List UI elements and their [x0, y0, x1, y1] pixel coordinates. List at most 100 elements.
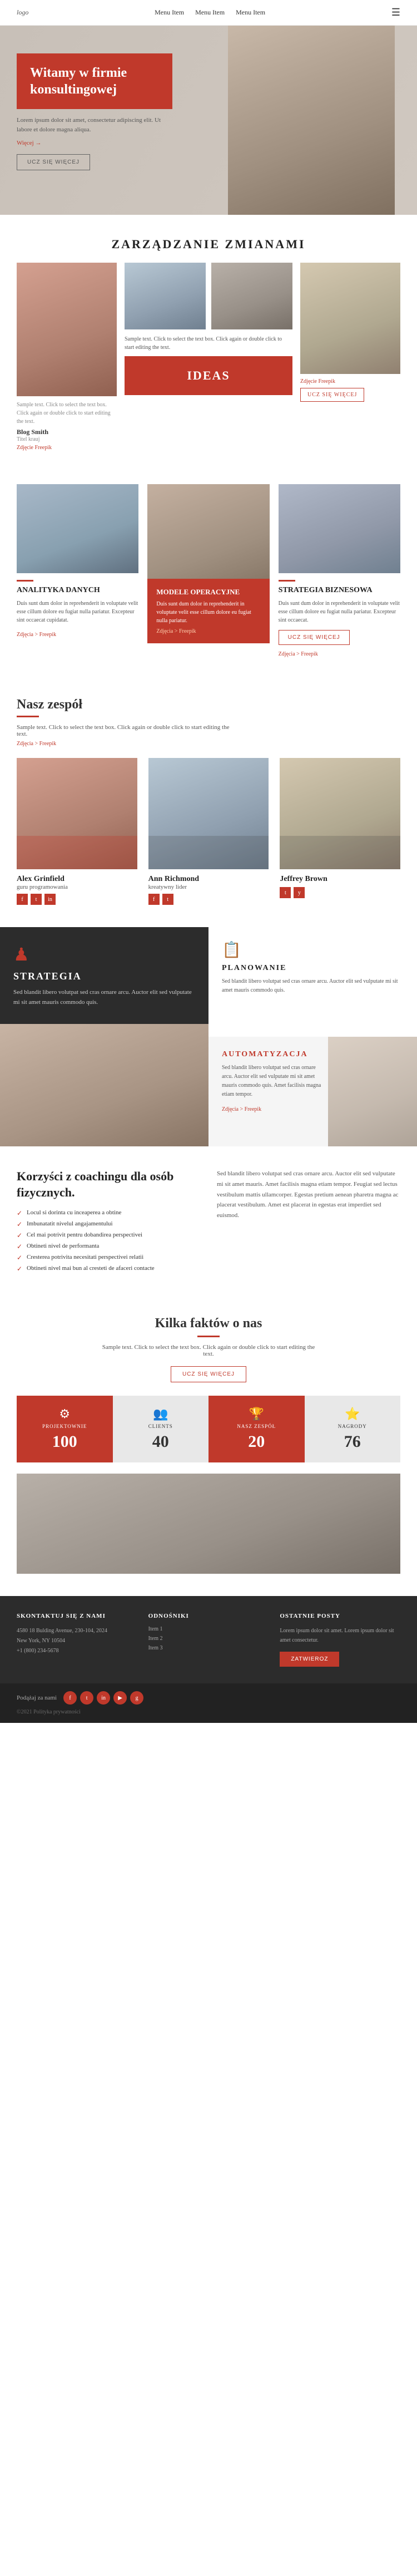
- member-1-social-f[interactable]: f: [17, 894, 28, 905]
- strategy-chess-icon: ♟: [13, 944, 195, 965]
- benefits-title: Korzyści z coachingu dla osób fizycznych…: [17, 1169, 200, 1200]
- automation-link[interactable]: Zdjęcia > Freepik: [222, 1106, 261, 1112]
- nav-item-1[interactable]: Menu Item: [155, 8, 184, 17]
- benefit-6: Obtineti nivel mai bun al cresteti de af…: [17, 1265, 200, 1272]
- planning-title: PLANOWANIE: [222, 964, 404, 973]
- strategy-text: Sed blandit libero volutpat sed cras orn…: [13, 988, 195, 1007]
- team-divider: [17, 716, 39, 717]
- models-section: ANALITYKA DANYCH Duis sunt dum dolor in …: [0, 467, 417, 675]
- footer-col-3-text: Lorem ipsum dolor sit amet. Lorem ipsum …: [280, 1626, 400, 1645]
- models-link[interactable]: Zdjęcia > Freepik: [156, 628, 260, 634]
- footer-link-2[interactable]: Item 2: [148, 1636, 269, 1642]
- team-member-2: Ann Richmond kreatywny lider f t: [148, 758, 269, 905]
- social-icon-in[interactable]: in: [97, 1691, 110, 1705]
- benefits-list: Locul si dorinta cu inceaperea a obtine …: [17, 1209, 200, 1272]
- facts-learn-more-btn[interactable]: UCZ SIĘ WIĘCEJ: [171, 1366, 246, 1382]
- stat-1-icon: ⚙: [22, 1407, 107, 1421]
- logo: logo: [17, 8, 28, 17]
- hero-content: Witamy w firmie konsultingowej Lorem ips…: [0, 26, 189, 187]
- automation-text: Sed blandit libero volutpat sed cras orn…: [222, 1063, 322, 1099]
- strategy-left: ♟ STRATEGIA Sed blandit libero volutpat …: [0, 927, 209, 1146]
- stat-2: 👥 CLIENTS 40: [113, 1396, 209, 1462]
- team-title: Nasz zespół: [17, 697, 400, 712]
- facts-title: Kilka faktów o nas: [17, 1316, 400, 1331]
- stats-grid: ⚙ PROJEKTOWNIE 100 👥 CLIENTS 40 🏆 NASZ Z…: [17, 1396, 400, 1462]
- nav-item-2[interactable]: Menu Item: [195, 8, 225, 17]
- member-3-social-y[interactable]: y: [294, 887, 305, 898]
- changes-left-text: Sample text. Click to select the text bo…: [17, 401, 117, 426]
- analytics-bar: [17, 580, 33, 582]
- automation-title: AUTOMATYZACJA: [222, 1050, 404, 1059]
- changes-person-img: [17, 263, 117, 396]
- changes-caption-left[interactable]: Zdjęcie Freepik: [17, 445, 117, 451]
- social-icon-g[interactable]: g: [130, 1691, 143, 1705]
- changes-person-img-r: [300, 263, 400, 374]
- hero-link[interactable]: Więcej →: [17, 140, 172, 146]
- stat-1-number: 100: [22, 1432, 107, 1451]
- changes-img-tl: [125, 263, 206, 329]
- stat-4-label: NAGRODY: [310, 1424, 395, 1429]
- facts-photo: [17, 1474, 400, 1574]
- models-orange-box: MODELE OPERACYJNE Duis sunt dum dolor in…: [147, 579, 269, 643]
- team-intro: Sample text. Click to select the text bo…: [17, 724, 239, 737]
- analytics-text: Duis sunt dum dolor in reprehenderit in …: [17, 599, 138, 624]
- member-3-social-t[interactable]: t: [280, 887, 291, 898]
- benefit-3: Cel mai potrivit pentru dobandirea persp…: [17, 1232, 200, 1238]
- strategy-biz-link[interactable]: Zdjęcia > Freepik: [279, 651, 318, 657]
- social-icon-f[interactable]: f: [63, 1691, 77, 1705]
- changes-title: ZARZĄDZANIE ZMIANAMI: [17, 237, 400, 252]
- changes-learn-more[interactable]: UCZ SIĘ WIĘCEJ: [300, 388, 364, 402]
- hero-subtitle: Lorem ipsum dolor sit amet, consectetur …: [17, 116, 172, 134]
- hamburger-icon[interactable]: ☰: [391, 7, 400, 18]
- nav-menu: Menu Item Menu Item Menu Item: [155, 8, 265, 17]
- changes-top-images: [125, 263, 292, 329]
- stat-4-number: 76: [310, 1432, 395, 1451]
- social-icon-yt[interactable]: ▶: [113, 1691, 127, 1705]
- benefit-2: Imbunatatit nivelul angajamentului: [17, 1220, 200, 1227]
- team-section: Nasz zespół Sample text. Click to select…: [0, 675, 417, 927]
- team-link[interactable]: Zdjęcia > Freepik: [17, 741, 400, 747]
- automation-box: AUTOMATYZACJA Sed blandit libero volutpa…: [209, 1037, 417, 1146]
- member-3-img: [280, 758, 400, 869]
- team-grid: Alex Grinfield guru programowania f t in…: [17, 758, 400, 905]
- footer-col-3: OSTATNIE POSTY Lorem ipsum dolor sit ame…: [280, 1613, 400, 1667]
- stat-3-icon: 🏆: [214, 1407, 299, 1421]
- member-2-name: Ann Richmond: [148, 875, 269, 884]
- social-icon-t[interactable]: t: [80, 1691, 93, 1705]
- strategy-biz-btn[interactable]: UCZ SIĘ WIĘCEJ: [279, 630, 350, 645]
- benefits-section: Korzyści z coachingu dla osób fizycznych…: [0, 1146, 417, 1294]
- member-2-role: kreatywny lider: [148, 884, 269, 890]
- analytics-link[interactable]: Zdjęcia > Freepik: [17, 632, 56, 638]
- ideas-box: IDEAS: [125, 356, 292, 395]
- member-1-img: [17, 758, 137, 869]
- benefits-right-text: Sed blandit libero volutpat sed cras orn…: [217, 1169, 400, 1220]
- stat-2-number: 40: [118, 1432, 203, 1451]
- analytics-img: [17, 484, 138, 573]
- hero-title-box: Witamy w firmie konsultingowej: [17, 53, 172, 109]
- models-center: MODELE OPERACYJNE Duis sunt dum dolor in…: [147, 484, 269, 643]
- strategy-biz-img: [279, 484, 400, 573]
- nav-item-3[interactable]: Menu Item: [236, 8, 265, 17]
- member-2-social-f[interactable]: f: [148, 894, 160, 905]
- footer-col-1-title: SKONTAKTUJ SIĘ Z NAMI: [17, 1613, 137, 1619]
- stat-4-icon: ⭐: [310, 1407, 395, 1421]
- member-1-social-t[interactable]: t: [31, 894, 42, 905]
- footer-link-3[interactable]: Item 3: [148, 1645, 269, 1651]
- member-1-role: guru programowania: [17, 884, 137, 890]
- benefits-right: Sed blandit libero volutpat sed cras orn…: [217, 1169, 400, 1272]
- strategy-right: 📋 PLANOWANIE Sed blandit libero volutpat…: [209, 927, 417, 1146]
- footer-link-1[interactable]: Item 1: [148, 1626, 269, 1632]
- facts-divider: [197, 1336, 220, 1337]
- hero-cta-button[interactable]: UCZ SIĘ WIĘCEJ: [17, 154, 90, 170]
- benefit-5: Cresterea potrivita necesitati perspecti…: [17, 1254, 200, 1260]
- member-2-social-t[interactable]: t: [162, 894, 173, 905]
- changes-caption-right[interactable]: Zdjęcie Freepik: [300, 378, 400, 385]
- changes-left-col: Sample text. Click to select the text bo…: [17, 263, 117, 451]
- planning-icon: 📋: [222, 940, 404, 959]
- member-1-social-in[interactable]: in: [44, 894, 56, 905]
- hero-person-photo: [228, 26, 395, 215]
- strategy-section: ♟ STRATEGIA Sed blandit libero volutpat …: [0, 927, 417, 1146]
- footer-cookie-btn[interactable]: ZATWIEROZ: [280, 1652, 339, 1667]
- changes-person-name: Blog Smith: [17, 428, 117, 436]
- benefits-left: Korzyści z coachingu dla osób fizycznych…: [17, 1169, 200, 1272]
